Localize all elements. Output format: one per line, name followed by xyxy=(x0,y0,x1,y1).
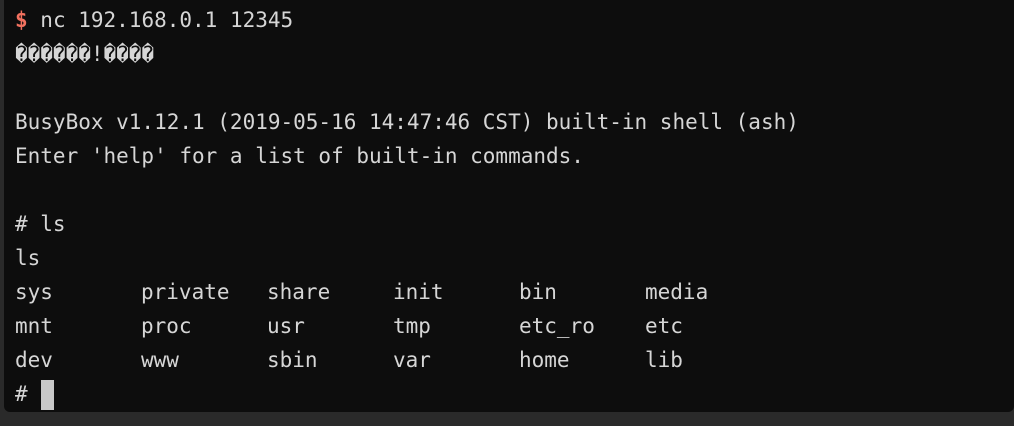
command-line: $ nc 192.168.0.1 12345 xyxy=(15,3,799,37)
ls-entry: var xyxy=(393,348,431,372)
ls-entry: private xyxy=(141,280,230,304)
ls-entry: init xyxy=(393,280,444,304)
terminal-output: $ nc 192.168.0.1 12345 ������!���� BusyB… xyxy=(15,3,799,411)
ls-entry: dev xyxy=(15,348,53,372)
ls-entry: www xyxy=(141,348,179,372)
ls-entry: lib xyxy=(645,348,683,372)
shell-prompt: # xyxy=(15,382,41,406)
garbled-output: ������!���� xyxy=(15,42,155,66)
text-cursor xyxy=(41,380,55,410)
command-text: nc 192.168.0.1 12345 xyxy=(27,8,294,32)
ls-entry: etc xyxy=(645,314,683,338)
terminal-window[interactable]: $ nc 192.168.0.1 12345 ������!���� BusyB… xyxy=(4,0,1014,412)
ls-entry: etc_ro xyxy=(519,314,595,338)
busybox-banner: BusyBox v1.12.1 (2019-05-16 14:47:46 CST… xyxy=(15,110,799,134)
ls-entry: usr xyxy=(267,314,305,338)
ls-entry: home xyxy=(519,348,570,372)
ls-command-line: # ls xyxy=(15,212,66,236)
ls-entry: bin xyxy=(519,280,557,304)
prompt-symbol: $ xyxy=(15,8,28,32)
help-hint: Enter 'help' for a list of built-in comm… xyxy=(15,144,584,168)
ls-row: dev www sbin var home lib xyxy=(15,343,799,377)
ls-row: mnt proc usr tmp etc_ro etc xyxy=(15,309,799,343)
ls-row: sys private share init bin media xyxy=(15,275,799,309)
ls-entry: media xyxy=(645,280,709,304)
ls-entry: proc xyxy=(141,314,192,338)
ls-entry: sbin xyxy=(267,348,318,372)
ls-entry: sys xyxy=(15,280,53,304)
ls-entry: tmp xyxy=(393,314,431,338)
ls-entry: share xyxy=(267,280,331,304)
ls-echo: ls xyxy=(15,246,41,270)
prompt-line[interactable]: # xyxy=(15,377,799,411)
ls-entry: mnt xyxy=(15,314,53,338)
